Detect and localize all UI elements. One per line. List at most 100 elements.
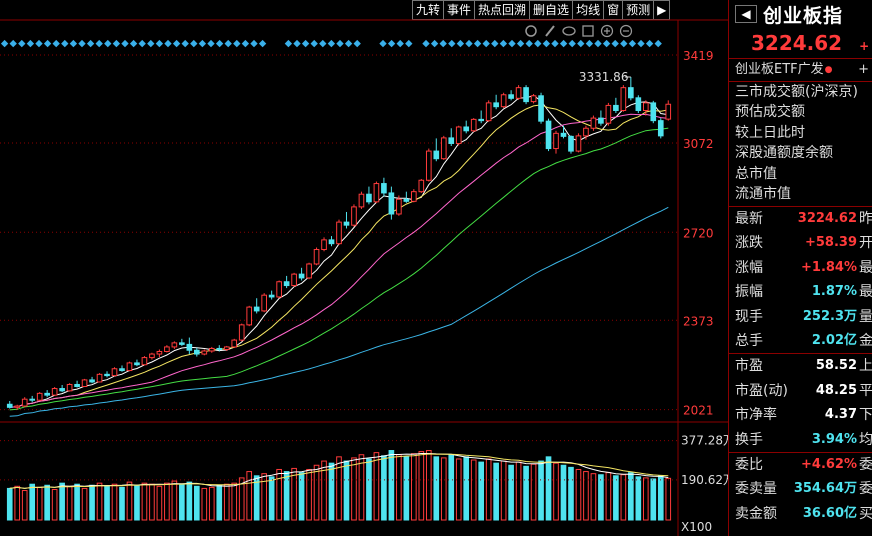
volume-bar [463, 456, 470, 521]
candle-body [328, 239, 335, 245]
price-tick-label: 3072 [683, 137, 714, 151]
volume-bar [620, 474, 627, 521]
volume-bar [164, 482, 170, 521]
candle-body [411, 191, 417, 202]
latest-price: 3224.62 [751, 31, 843, 55]
stat-next-label: 上 [859, 358, 872, 375]
volume-bar [545, 456, 552, 521]
candle-body [635, 97, 642, 111]
candle-body [448, 137, 455, 144]
candle-body [463, 126, 470, 132]
high-price-label: 3331.86 [579, 70, 629, 84]
volume-bar [283, 471, 290, 521]
candle-body [545, 120, 552, 150]
candle-body [523, 87, 529, 103]
volume-bar [485, 458, 492, 521]
volume-bar [351, 457, 357, 521]
candle-body [568, 135, 574, 152]
stat-value: 3.94% [811, 431, 857, 447]
etf-link[interactable]: 创业板ETF广发● + [729, 59, 872, 82]
candle-body [201, 350, 208, 355]
candle-body [642, 102, 649, 111]
info-label: 预估成交额 [735, 104, 805, 121]
volume-bar [575, 468, 582, 521]
candle-body [351, 206, 357, 226]
info-label: 深股通额度余额 [735, 145, 833, 162]
stat-label: 市盈 [735, 358, 763, 375]
volume-bar [59, 482, 65, 521]
candle-body [81, 379, 88, 388]
candle-body [66, 383, 73, 392]
volume-bar [306, 468, 312, 521]
candle-body [366, 193, 372, 203]
candle-body [208, 347, 215, 352]
volume-bar [470, 459, 477, 521]
volume-bar [208, 486, 215, 521]
candle-body [111, 368, 118, 377]
volume-bar [425, 450, 432, 521]
signal-diamond [224, 39, 232, 48]
price-stats: 最新 3224.62 昨涨跌 +58.39 开涨幅 +1.84% 最振幅 1.87% 最现手 25… [729, 207, 872, 355]
signal-diamond [250, 39, 258, 48]
stat-next-label: 平 [859, 382, 872, 399]
stat-row: 换手 3.94% 均 [729, 428, 872, 452]
plus-icon-cross [604, 28, 610, 34]
volume-bar [134, 484, 140, 521]
signal-diamond [129, 39, 138, 48]
volume-bar [149, 483, 155, 521]
volume-unit-label: X100 [681, 520, 712, 534]
candle-body [119, 368, 125, 372]
signal-diamond [78, 39, 86, 48]
candle-body [508, 94, 514, 99]
signal-diamond [121, 39, 129, 48]
quote-panel: ◀ 创业板指 3224.62 + 创业板ETF广发● + 三市成交额(沪深京) … [728, 0, 872, 536]
volume-bar [642, 477, 649, 521]
price-tick-label: 2720 [683, 226, 714, 240]
panel-collapse-arrow-icon[interactable]: ◀ [735, 5, 757, 23]
volume-bar [343, 460, 350, 521]
candle-body [500, 94, 507, 108]
signal-diamond [215, 39, 224, 48]
signal-diamond [430, 39, 439, 48]
volume-bar [171, 480, 178, 521]
info-label: 三市成交额(沪深京) [735, 84, 858, 100]
stat-next-label: 金 [859, 332, 872, 349]
price-tick-label: 2373 [683, 314, 714, 328]
stat-value: +58.39 [804, 235, 857, 251]
candle-body [14, 405, 21, 408]
candle-body [134, 362, 140, 366]
candle-body [478, 118, 484, 122]
volume-bar [6, 487, 13, 521]
volume-bar [523, 465, 529, 521]
stat-value: 4.37 [824, 407, 857, 423]
signal-diamond [525, 39, 533, 48]
signal-diamond [155, 39, 164, 48]
stat-value: 252.3万 [802, 308, 857, 324]
candle-body [179, 342, 185, 345]
volume-bar [568, 466, 574, 521]
signal-diamond [18, 39, 26, 48]
candle-body [36, 392, 43, 401]
candle-body [126, 362, 133, 372]
signal-diamond [465, 39, 473, 48]
signal-diamond [508, 39, 516, 48]
signal-diamond [172, 39, 181, 48]
candle-body [283, 281, 290, 287]
candle-body [650, 102, 657, 122]
stat-value: 36.60亿 [802, 505, 857, 521]
candle-body [433, 150, 440, 160]
volume-bar [381, 455, 387, 521]
volume-bar [89, 484, 95, 521]
stat-label: 最新 [735, 211, 763, 227]
signal-diamond [482, 39, 490, 48]
volume-bar [268, 476, 275, 521]
signal-diamond [594, 39, 602, 48]
signal-diamond [379, 39, 387, 48]
candlestick-chart[interactable]: 3419 3072 2720 2373 2021 3331.86 377.28万 190.62… [0, 0, 728, 536]
candle-body [418, 179, 425, 193]
volume-bar [246, 471, 253, 521]
volume-bar [665, 477, 672, 521]
signal-diamond [95, 39, 103, 48]
stat-next-label: 委 [859, 481, 872, 498]
candle-body [538, 95, 544, 122]
